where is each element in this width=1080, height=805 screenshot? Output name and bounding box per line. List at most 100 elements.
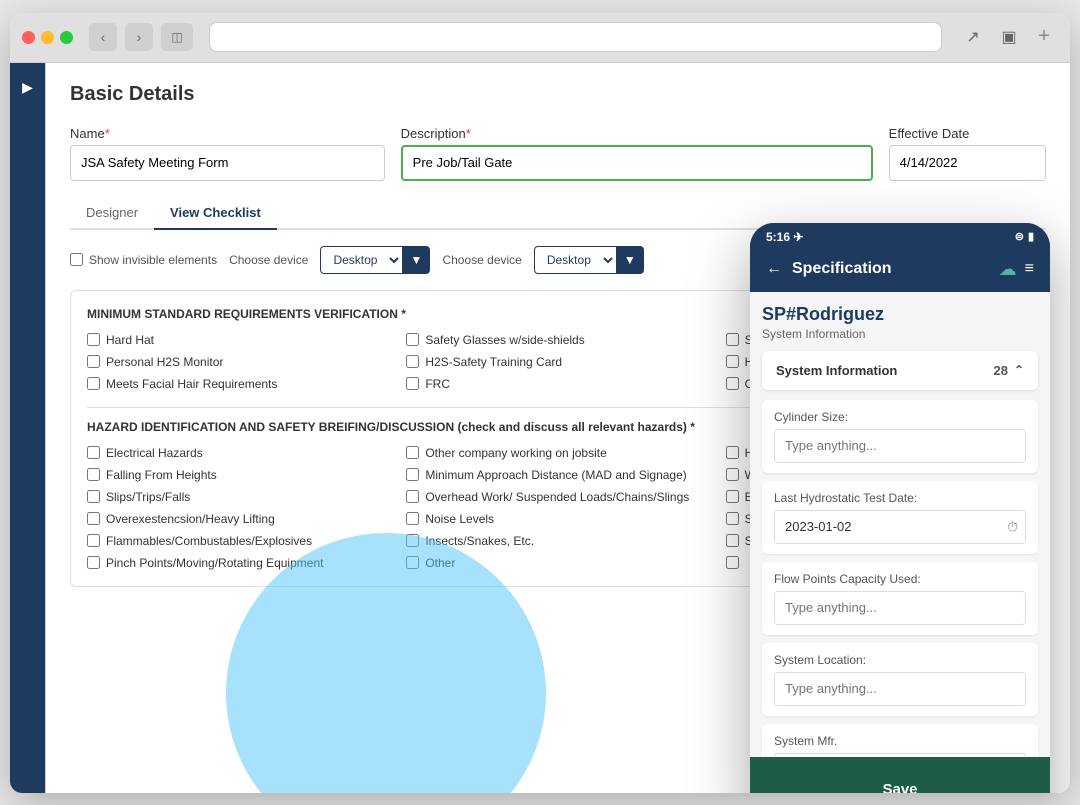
phone-menu-icon[interactable]: ≡ [1025, 260, 1034, 278]
list-item[interactable]: Falling From Heights [87, 468, 390, 482]
system-location-input[interactable] [774, 672, 1026, 706]
checkbox-overexertion[interactable] [87, 512, 100, 525]
device-select-2[interactable]: Desktop [534, 246, 616, 274]
checkbox-falling[interactable] [87, 468, 100, 481]
checkbox-hard-hat[interactable] [87, 333, 100, 346]
show-invisible-label[interactable]: Show invisible elements [70, 253, 217, 267]
phone-patient-sub: System Information [762, 327, 1038, 341]
checkbox-electrical[interactable] [87, 446, 100, 459]
accordion-count: 28 [993, 363, 1007, 378]
checkbox-facial-hair[interactable] [87, 377, 100, 390]
sidebar-toggle[interactable]: ▶ [10, 63, 46, 793]
checkbox-walking[interactable] [726, 468, 739, 481]
effective-date-field-group: Effective Date [889, 126, 1046, 181]
duplicate-button[interactable]: ▣ [994, 22, 1024, 52]
checkbox-other-company[interactable] [406, 446, 419, 459]
checkbox-safety-toed[interactable] [726, 333, 739, 346]
cylinder-size-input[interactable] [774, 429, 1026, 463]
checkbox-slips[interactable] [87, 490, 100, 503]
tab-view-checklist[interactable]: View Checklist [154, 197, 277, 230]
name-input[interactable] [70, 145, 385, 181]
choose-device-label-1: Choose device [229, 253, 308, 267]
back-button[interactable]: ‹ [89, 23, 117, 51]
list-item[interactable]: Insects/Snakes, Etc. [406, 534, 709, 548]
checkbox-h2s-training[interactable] [406, 355, 419, 368]
show-invisible-checkbox[interactable] [70, 253, 83, 266]
clock-icon: ⏱ [1007, 518, 1018, 535]
hydrostatic-date-wrap: ⏱ [774, 510, 1026, 544]
checkbox-other-1[interactable] [726, 377, 739, 390]
phone-status-bar: 5:16 ✈ ⊜ ▮ [750, 223, 1050, 251]
checkbox-frc[interactable] [406, 377, 419, 390]
phone-overlay: 5:16 ✈ ⊜ ▮ ← Specification ☁ ≡ [750, 223, 1050, 793]
list-item[interactable]: Overhead Work/ Suspended Loads/Chains/Sl… [406, 490, 709, 504]
list-item[interactable]: Minimum Approach Distance (MAD and Signa… [406, 468, 709, 482]
checkbox-overhead[interactable] [406, 490, 419, 503]
cloud-sync-icon[interactable]: ☁ [999, 259, 1017, 280]
forward-button[interactable]: › [125, 23, 153, 51]
name-field-group: Name* [70, 126, 385, 181]
description-field-group: Description* [401, 126, 873, 181]
browser-titlebar: ‹ › ◫ ↗ ▣ + [10, 13, 1070, 63]
checkbox-hazard-substa[interactable] [726, 446, 739, 459]
maximize-button[interactable] [60, 31, 73, 44]
chevron-up-icon: ⌃ [1014, 363, 1024, 377]
share-button[interactable]: ↗ [958, 22, 988, 52]
checkbox-extreme-heat[interactable] [726, 490, 739, 503]
list-item[interactable]: Electrical Hazards [87, 446, 390, 460]
phone-save-button[interactable]: Save [766, 769, 1034, 793]
description-label: Description* [401, 126, 873, 141]
list-item[interactable]: Slips/Trips/Falls [87, 490, 390, 504]
browser-actions: ↗ ▣ + [958, 22, 1058, 52]
device-select-btn-1[interactable]: ▼ [402, 246, 430, 274]
accordion-title: System Information [776, 363, 897, 378]
tab-designer[interactable]: Designer [70, 197, 154, 228]
traffic-lights [22, 31, 73, 44]
accordion-badge: 28 ⌃ [993, 363, 1024, 378]
phone-field-cylinder-size: Cylinder Size: [762, 400, 1038, 473]
phone-back-button[interactable]: ← [766, 260, 782, 278]
phone-time: 5:16 ✈ [766, 230, 803, 244]
list-item[interactable]: Other company working on jobsite [406, 446, 709, 460]
list-item[interactable]: Safety Glasses w/side-shields [406, 333, 709, 347]
description-input[interactable] [401, 145, 873, 181]
browser-window: ‹ › ◫ ↗ ▣ + ▶ Basic Details Name* [10, 13, 1070, 793]
checkbox-mad[interactable] [406, 468, 419, 481]
checkbox-pinch-points[interactable] [87, 556, 100, 569]
device-select-btn-2[interactable]: ▼ [616, 246, 644, 274]
effective-date-label: Effective Date [889, 126, 1046, 141]
device-select-wrap-1: Desktop ▼ [320, 246, 430, 274]
checkbox-high-vis-vest[interactable] [726, 355, 739, 368]
phone-patient-name: SP#Rodriguez [762, 304, 1038, 325]
list-item[interactable]: Personal H2S Monitor [87, 355, 390, 369]
checkbox-sharp-edges[interactable] [726, 512, 739, 525]
browser-content: ▶ Basic Details Name* Description* [10, 63, 1070, 793]
address-bar[interactable] [209, 22, 942, 52]
checkbox-noise[interactable] [406, 512, 419, 525]
phone-header-title: Specification [792, 260, 989, 278]
checkbox-safety-vest[interactable] [726, 534, 739, 547]
phone-body: SP#Rodriguez System Information System I… [750, 292, 1050, 757]
minimize-button[interactable] [41, 31, 54, 44]
phone-field-system-mfr: System Mfr. [762, 724, 1038, 757]
list-item[interactable]: Hard Hat [87, 333, 390, 347]
phone-accordion-header[interactable]: System Information 28 ⌃ [762, 351, 1038, 390]
list-item[interactable]: FRC [406, 377, 709, 391]
device-select-1[interactable]: Desktop [320, 246, 402, 274]
list-item[interactable]: Overexestencsion/Heavy Lifting [87, 512, 390, 526]
checkbox-flammables[interactable] [87, 534, 100, 547]
flow-points-input[interactable] [774, 591, 1026, 625]
list-item[interactable]: Noise Levels [406, 512, 709, 526]
checkbox-safety-glasses[interactable] [406, 333, 419, 346]
battery-icon: ▮ [1028, 230, 1034, 243]
list-item[interactable]: H2S-Safety Training Card [406, 355, 709, 369]
close-button[interactable] [22, 31, 35, 44]
effective-date-input[interactable] [889, 145, 1046, 181]
tabs-button[interactable]: ◫ [161, 23, 193, 51]
checkbox-h2s-monitor[interactable] [87, 355, 100, 368]
hydrostatic-date-input[interactable] [774, 510, 1026, 544]
hydrostatic-date-label: Last Hydrostatic Test Date: [774, 491, 1026, 505]
checkbox-empty[interactable] [726, 556, 739, 569]
list-item[interactable]: Meets Facial Hair Requirements [87, 377, 390, 391]
new-tab-button[interactable]: + [1030, 22, 1058, 50]
